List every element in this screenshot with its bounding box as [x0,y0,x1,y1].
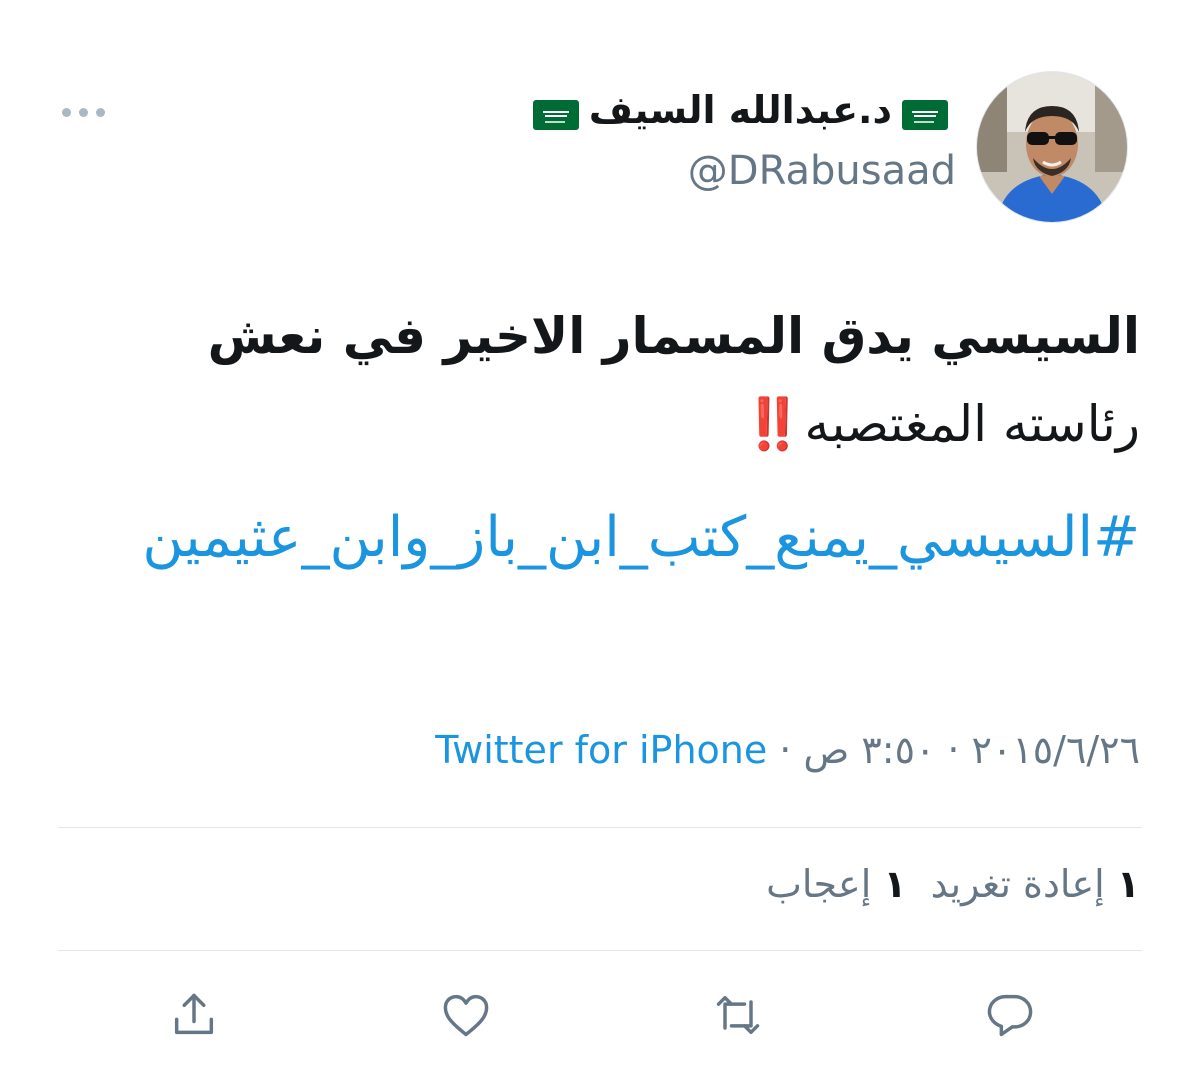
like-button[interactable] [436,985,496,1045]
retweet-icon [716,995,760,1035]
likes-count: ١ [883,862,907,906]
tweet-text: السيسي يدق المسمار الاخير في نعش رئاسته … [60,292,1140,468]
tweet-stats: ١ إعادة تغريد ١ إعجاب [766,862,1140,906]
divider [58,950,1142,951]
retweet-button[interactable] [708,985,768,1045]
tweet-text-line: السيسي يدق المسمار الاخير في نعش [60,292,1140,380]
saudi-flag-icon [532,95,579,130]
retweets-label: إعادة تغريد [930,862,1105,906]
tweet-date: ٢٠١٥/٦/٢٦ [971,728,1140,772]
reply-button[interactable] [980,985,1040,1045]
avatar[interactable] [977,72,1127,222]
reply-icon [987,994,1033,1037]
likes-stat[interactable]: ١ إعجاب [766,862,906,906]
share-button[interactable] [164,985,224,1045]
share-icon [174,993,214,1035]
divider [58,827,1142,828]
like-icon [443,994,489,1037]
meta-separator: · [779,728,792,772]
user-handle[interactable]: @DRabusaad [688,148,956,194]
saudi-flag-icon [902,95,948,130]
display-name-text: د.عبدالله السيف [588,88,892,132]
more-dots-icon [62,107,71,117]
likes-label: إعجاب [766,862,872,906]
tweet-time: ٣:٥٠ ص [803,728,936,772]
meta-separator: · [947,728,960,772]
tweet-text-line1: السيسي يدق المسمار الاخير في نعش [207,307,1140,365]
tweet-text-line: رئاسته المغتصبه‼️ [60,380,1140,468]
double-exclamation-icon: ‼️ [742,395,805,453]
more-options-button[interactable] [62,98,105,126]
display-name[interactable]: د.عبدالله السيف [532,88,948,132]
tweet-meta: ٢٠١٥/٦/٢٦ · ٣:٥٠ ص · Twitter for iPhone [435,728,1140,772]
tweet-source-link[interactable]: Twitter for iPhone [435,728,767,772]
retweets-count: ١ [1116,862,1140,906]
retweets-stat[interactable]: ١ إعادة تغريد [931,862,1140,906]
action-bar [0,985,1200,1045]
tweet-text-line2: رئاسته المغتصبه [804,395,1140,453]
hashtag-link[interactable]: #السيسي_يمنع_كتب_ابن_باز_وابن_عثيمين [60,492,1140,584]
